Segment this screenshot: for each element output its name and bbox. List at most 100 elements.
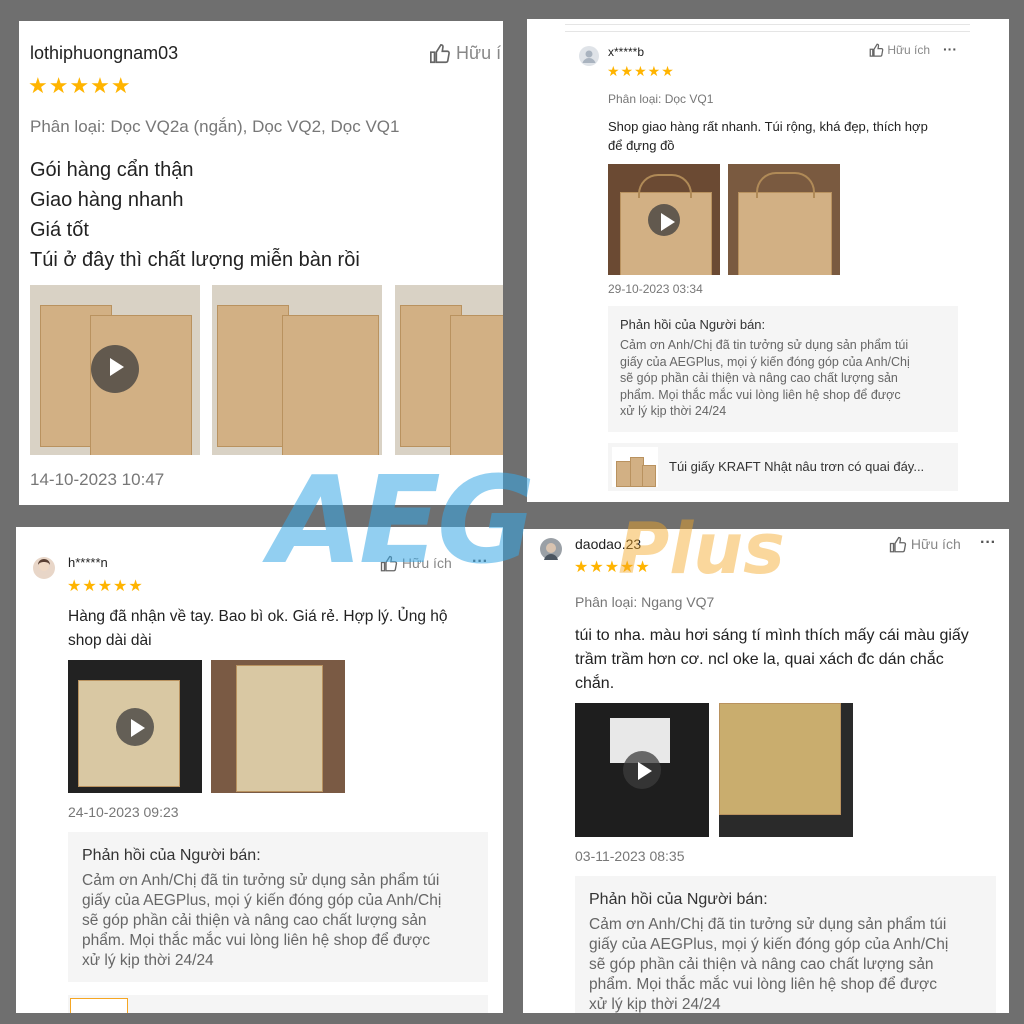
review-username[interactable]: daodao.23 [575,536,641,552]
reply-line: sẽ góp phần cải thiện và nâng cao chất l… [620,371,898,385]
reply-line: phẩm. Mọi thắc mắc vui lòng liên hệ shop… [82,932,430,949]
variant-label: Phân loại: Dọc VQ2a (ngắn), Dọc VQ2, Dọc… [30,117,400,136]
helpful-button[interactable]: Hữu ích [380,555,452,573]
seller-reply-title: Phản hồi của Người bán: [620,317,766,332]
thumbs-up-icon [380,556,398,572]
reply-line: Cảm ơn Anh/Chị đã tin tưởng sử dụng sản … [589,916,947,933]
reply-line: Cảm ơn Anh/Chị đã tin tưởng sử dụng sản … [82,872,440,889]
thumbs-up-icon [889,537,907,553]
rating-stars: ★★★★★ [28,73,132,98]
review-image-thumbnail[interactable] [728,164,840,275]
review-username[interactable]: lothiphuongnam03 [30,43,178,64]
review-username[interactable]: h*****n [68,555,108,570]
review-line: Hàng đã nhận về tay. Bao bì ok. Giá rẻ. … [68,608,448,625]
review-line: Shop giao hàng rất nhanh. Túi rộng, khá … [608,119,928,134]
review-text: Gói hàng cẩn thận Giao hàng nhanh Giá tố… [30,155,360,275]
review-line: Túi ở đây thì chất lượng miễn bàn rồi [30,249,360,271]
reply-line: xử lý kịp thời 24/24 [82,952,214,969]
user-photo-icon [38,559,50,571]
review-card-2: x*****b ★★★★★ Hữu ích ··· Phân loại: Dọc… [527,19,1009,502]
product-thumbnail [70,998,128,1013]
reply-line: Cảm ơn Anh/Chị đã tin tưởng sử dụng sản … [620,338,909,352]
review-text: Hàng đã nhận về tay. Bao bì ok. Giá rẻ. … [68,605,448,653]
thumbs-up-icon [430,44,450,64]
more-options-icon[interactable]: ··· [472,553,488,571]
bag-image [642,465,656,487]
seller-reply-text: Cảm ơn Anh/Chị đã tin tưởng sử dụng sản … [82,871,441,971]
review-line: chắn. [575,675,615,692]
review-image-thumbnail[interactable] [211,660,345,793]
review-username[interactable]: x*****b [608,45,644,59]
helpful-button[interactable]: Hữu ích [889,536,961,554]
helpful-label: Hữu ích [401,555,452,571]
review-image-thumbnail[interactable] [395,285,503,455]
review-card-3: h*****n ★★★★★ Hữu ích ··· Hàng đã nhận v… [16,527,503,1013]
bag-image [236,665,323,792]
product-name[interactable]: Túi giấy KRAFT Nhật nâu trơn có quai đáy… [669,459,924,474]
variant-label: Phân loại: Ngang VQ7 [575,594,715,610]
bag-handle [756,172,815,198]
rating-stars: ★★★★★ [574,559,651,576]
seller-reply-text: Cảm ơn Anh/Chị đã tin tưởng sử dụng sản … [589,915,948,1013]
bag-image [217,305,289,447]
review-line: Gói hàng cẩn thận [30,159,194,181]
bag-image [719,703,841,815]
seller-reply-title: Phản hồi của Người bán: [589,891,768,908]
review-video-thumbnail[interactable] [575,703,709,837]
review-text: Shop giao hàng rất nhanh. Túi rộng, khá … [608,117,928,155]
more-options-icon[interactable]: ··· [943,41,957,57]
avatar[interactable] [33,557,55,579]
reply-line: phẩm. Mọi thắc mắc vui lòng liên hệ shop… [620,387,901,402]
play-icon[interactable] [648,204,680,236]
review-date: 14-10-2023 10:47 [30,470,165,489]
reply-line: sẽ góp phần cải thiện và nâng cao chất l… [589,956,934,973]
bag-image [450,315,503,455]
rating-stars: ★★★★★ [607,63,675,79]
product-thumbnail [612,447,658,487]
reply-line: sẽ góp phần cải thiện và nâng cao chất l… [82,912,427,929]
rating-stars: ★★★★★ [67,578,144,595]
review-date: 03-11-2023 08:35 [575,848,685,864]
review-video-thumbnail[interactable] [68,660,202,793]
review-line: túi to nha. màu hơi sáng tí mình thích m… [575,627,969,644]
reply-line: giấy của AEGPlus, mọi ý kiến đóng góp củ… [82,892,442,909]
product-link[interactable]: Túi giấy KRAFT Nhật nâu trơn có quai đáy… [608,443,958,491]
helpful-label: Hữu ích [910,536,961,552]
thumbs-up-icon [869,43,884,58]
seller-reply-title: Phản hồi của Người bán: [82,847,261,864]
seller-reply: Phản hồi của Người bán: Cảm ơn Anh/Chị đ… [608,306,958,432]
reply-line: giấy của AEGPlus, mọi ý kiến đóng góp củ… [589,936,949,953]
more-options-icon[interactable]: ··· [980,534,996,552]
product-link[interactable] [68,995,488,1013]
seller-reply: Phản hồi của Người bán: Cảm ơn Anh/Chị đ… [575,876,996,1013]
review-video-thumbnail[interactable] [608,164,720,275]
user-icon [582,50,596,63]
review-line: Giao hàng nhanh [30,189,184,211]
review-card-4: daodao.23 ★★★★★ Hữu ích ··· Phân loại: N… [523,529,1009,1013]
avatar[interactable] [579,46,599,66]
review-line: trầm trầm hơn cơ. ncl oke la, quai xách … [575,651,944,668]
helpful-button[interactable]: Hữu í [429,43,501,65]
review-line: Giá tốt [30,219,89,241]
review-image-thumbnail[interactable] [719,703,853,837]
review-date: 24-10-2023 09:23 [68,804,179,820]
user-photo-icon [544,543,558,560]
play-icon[interactable] [623,751,661,789]
reply-line: giấy của AEGPlus, mọi ý kiến đóng góp củ… [620,354,910,369]
helpful-label: Hữu í [456,43,502,63]
play-icon[interactable] [91,345,139,393]
seller-reply: Phản hồi của Người bán: Cảm ơn Anh/Chị đ… [68,832,488,982]
review-line: shop dài dài [68,632,152,649]
divider [565,24,970,25]
avatar[interactable] [540,538,562,560]
variant-label: Phân loại: Dọc VQ1 [608,92,714,106]
helpful-button[interactable]: Hữu ích [869,43,930,58]
review-video-thumbnail[interactable] [30,285,200,455]
reply-line: xử lý kịp thời 24/24 [589,996,721,1013]
play-icon[interactable] [116,708,154,746]
bag-image [282,315,379,455]
review-image-thumbnail[interactable] [212,285,382,455]
divider [565,31,970,32]
seller-reply-text: Cảm ơn Anh/Chị đã tin tưởng sử dụng sản … [620,337,910,420]
bag-image [738,192,832,275]
